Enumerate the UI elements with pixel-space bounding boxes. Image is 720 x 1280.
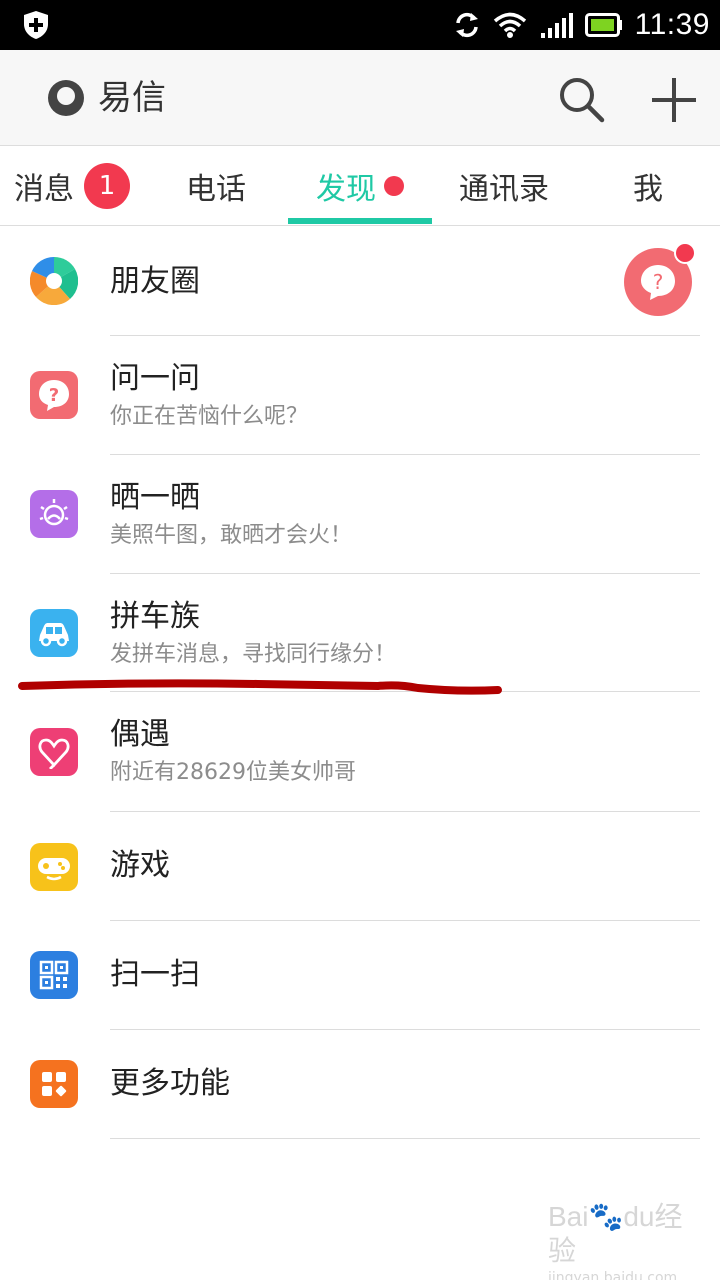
status-bar: 11:39 [0, 0, 720, 50]
divider [110, 1138, 700, 1139]
item-title: 偶遇 [110, 717, 170, 752]
list-item-ask[interactable]: ? 问一问 你正在苦恼什么呢？ [0, 336, 720, 455]
svg-text:?: ? [49, 385, 59, 406]
moments-icon [30, 257, 78, 305]
item-title: 扫一扫 [110, 957, 200, 992]
item-title: 拼车族 [110, 599, 200, 634]
list-item-moments[interactable]: 朋友圈 [0, 226, 720, 336]
sun-photo-icon [30, 490, 78, 538]
list-item-more[interactable]: 更多功能 [0, 1030, 720, 1139]
tab-contacts[interactable]: 通讯录 [432, 146, 576, 226]
tab-label: 发现 [316, 172, 376, 207]
tab-label: 消息 [14, 172, 74, 207]
tab-messages[interactable]: 消息 1 [0, 146, 144, 226]
watermark-brand-2: du [623, 1201, 655, 1232]
question-icon: ? [30, 371, 78, 419]
list-item-share-photo[interactable]: 晒一晒 美照牛图，敢晒才会火！ [0, 455, 720, 574]
tab-label: 电话 [186, 172, 246, 207]
item-subtitle: 你正在苦恼什么呢？ [110, 404, 309, 429]
clock: 11:39 [634, 8, 710, 41]
qr-scan-icon [30, 951, 78, 999]
floating-new-dot [674, 242, 696, 264]
battery-icon [584, 13, 622, 37]
tab-me[interactable]: 我 [576, 146, 720, 226]
red-underline-annotation [18, 679, 502, 695]
item-subtitle: 附近有28629位美女帅哥 [110, 760, 356, 785]
watermark-url: jingyan.baidu.com [548, 1270, 678, 1280]
item-title: 问一问 [110, 361, 200, 396]
item-title: 更多功能 [110, 1066, 230, 1101]
item-subtitle: 发拼车消息，寻找同行缘分！ [110, 642, 397, 667]
sync-icon [455, 12, 478, 38]
app-logo-icon [48, 80, 84, 116]
gamepad-icon [30, 843, 78, 891]
signal-icon [540, 13, 573, 38]
wifi-icon [493, 12, 526, 38]
question-bubble-icon: ? [641, 265, 675, 300]
new-dot [384, 176, 404, 196]
tab-discover[interactable]: 发现 [288, 146, 432, 226]
item-title: 晒一晒 [110, 480, 200, 515]
heart-icon [30, 728, 78, 776]
add-icon[interactable] [648, 74, 700, 126]
svg-text:?: ? [653, 270, 664, 294]
app-bar: 易信 [0, 50, 720, 146]
search-icon[interactable] [556, 74, 606, 124]
baidu-watermark: Bai🐾du经验 jingyan.baidu.com [548, 1200, 698, 1280]
list-item-games[interactable]: 游戏 [0, 812, 720, 921]
item-subtitle: 美照牛图，敢晒才会火！ [110, 523, 353, 548]
active-tab-indicator [288, 218, 432, 224]
car-icon [30, 609, 78, 657]
unread-badge: 1 [84, 163, 130, 209]
tab-bar: 消息 1 电话 发现 通讯录 我 [0, 146, 720, 226]
more-apps-icon [30, 1060, 78, 1108]
item-title: 朋友圈 [110, 264, 200, 299]
tab-label: 我 [633, 172, 663, 207]
watermark-brand: Bai [548, 1201, 589, 1232]
list-item-scan[interactable]: 扫一扫 [0, 921, 720, 1030]
tab-phone[interactable]: 电话 [144, 146, 288, 226]
item-title: 游戏 [110, 848, 170, 883]
list-item-encounter[interactable]: 偶遇 附近有28629位美女帅哥 [0, 692, 720, 812]
paw-icon: 🐾 [588, 1201, 624, 1232]
shield-icon [24, 11, 48, 39]
app-title: 易信 [98, 78, 166, 118]
tab-label: 通讯录 [459, 172, 549, 207]
